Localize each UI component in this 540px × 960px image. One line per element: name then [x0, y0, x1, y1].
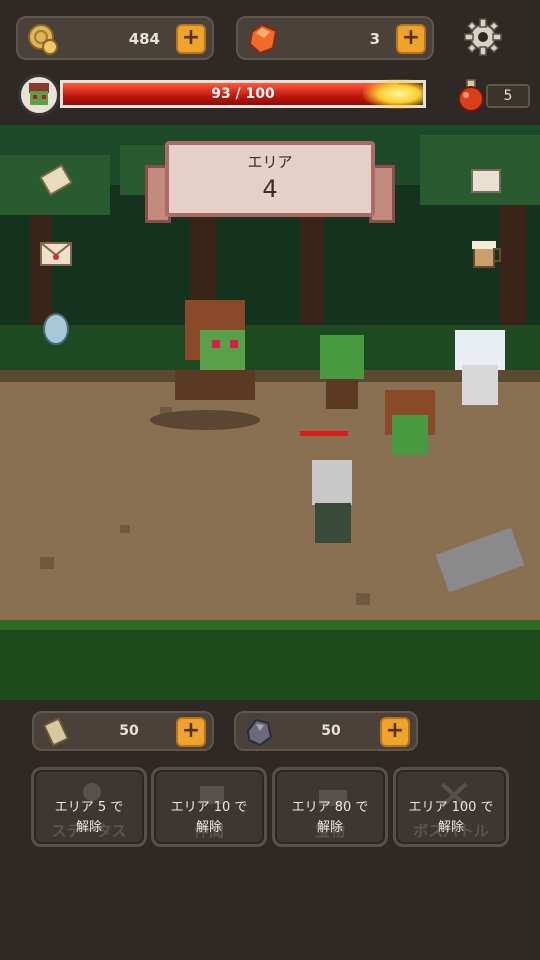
- egg-icon[interactable]: [36, 307, 76, 347]
- coin-counter: 484 +: [16, 16, 214, 60]
- hp-bar: 93 / 100: [60, 79, 426, 109]
- buy-scrolls-button[interactable]: +: [176, 717, 206, 747]
- goblin-face-icon: [29, 83, 49, 105]
- ore-count: 50: [321, 723, 341, 739]
- gem-count: 3: [369, 30, 380, 48]
- buy-gems-button[interactable]: +: [396, 24, 426, 54]
- top-bar: 484 + 3 + 93 / 100 5: [0, 0, 540, 125]
- map-icon[interactable]: [466, 160, 506, 200]
- player-avatar[interactable]: [18, 74, 60, 116]
- unlock-requirement: エリア 100 で: [408, 800, 494, 815]
- locked-treasure-button[interactable]: 宝物 エリア 80 で 解除: [272, 767, 388, 847]
- unlock-label: 解除: [316, 820, 343, 835]
- ore-counter: 50 +: [234, 711, 418, 751]
- unlock-label: 解除: [195, 820, 222, 835]
- unlock-requirement: エリア 80 で: [291, 800, 369, 815]
- locked-companions-button[interactable]: 仲間 エリア 10 で 解除: [151, 767, 267, 847]
- letter-icon[interactable]: [36, 233, 76, 273]
- potion-count: 5: [486, 84, 530, 108]
- battle-scene[interactable]: エリア 4: [0, 125, 540, 700]
- scroll-icon: [42, 717, 70, 747]
- gear-icon[interactable]: [462, 16, 504, 58]
- ore-icon: [246, 718, 273, 747]
- locked-boss-battle-button[interactable]: ボスバトル エリア 100 で 解除: [393, 767, 509, 847]
- potion-icon: [458, 79, 484, 112]
- mug-icon[interactable]: [466, 233, 506, 273]
- unlock-requirement: エリア 5 で: [54, 800, 124, 815]
- unlock-requirement: エリア 10 で: [170, 800, 248, 815]
- area-banner: エリア 4: [165, 141, 375, 217]
- coin-icon: [28, 24, 58, 55]
- coin-count: 484: [128, 30, 160, 48]
- gem-counter: 3 +: [236, 16, 434, 60]
- area-label: エリア: [247, 153, 293, 171]
- area-number: 4: [262, 175, 278, 203]
- gem-icon: [248, 23, 278, 55]
- unlock-label: 解除: [75, 820, 102, 835]
- locked-status-button[interactable]: ステータス エリア 5 で 解除: [31, 767, 147, 847]
- unlock-label: 解除: [437, 820, 464, 835]
- scroll-icon[interactable]: [36, 160, 76, 200]
- buy-ore-button[interactable]: +: [380, 717, 410, 747]
- buy-coins-button[interactable]: +: [176, 24, 206, 54]
- hp-text: 93 / 100: [211, 86, 275, 102]
- scroll-counter: 50 +: [32, 711, 214, 751]
- scroll-count: 50: [119, 723, 139, 739]
